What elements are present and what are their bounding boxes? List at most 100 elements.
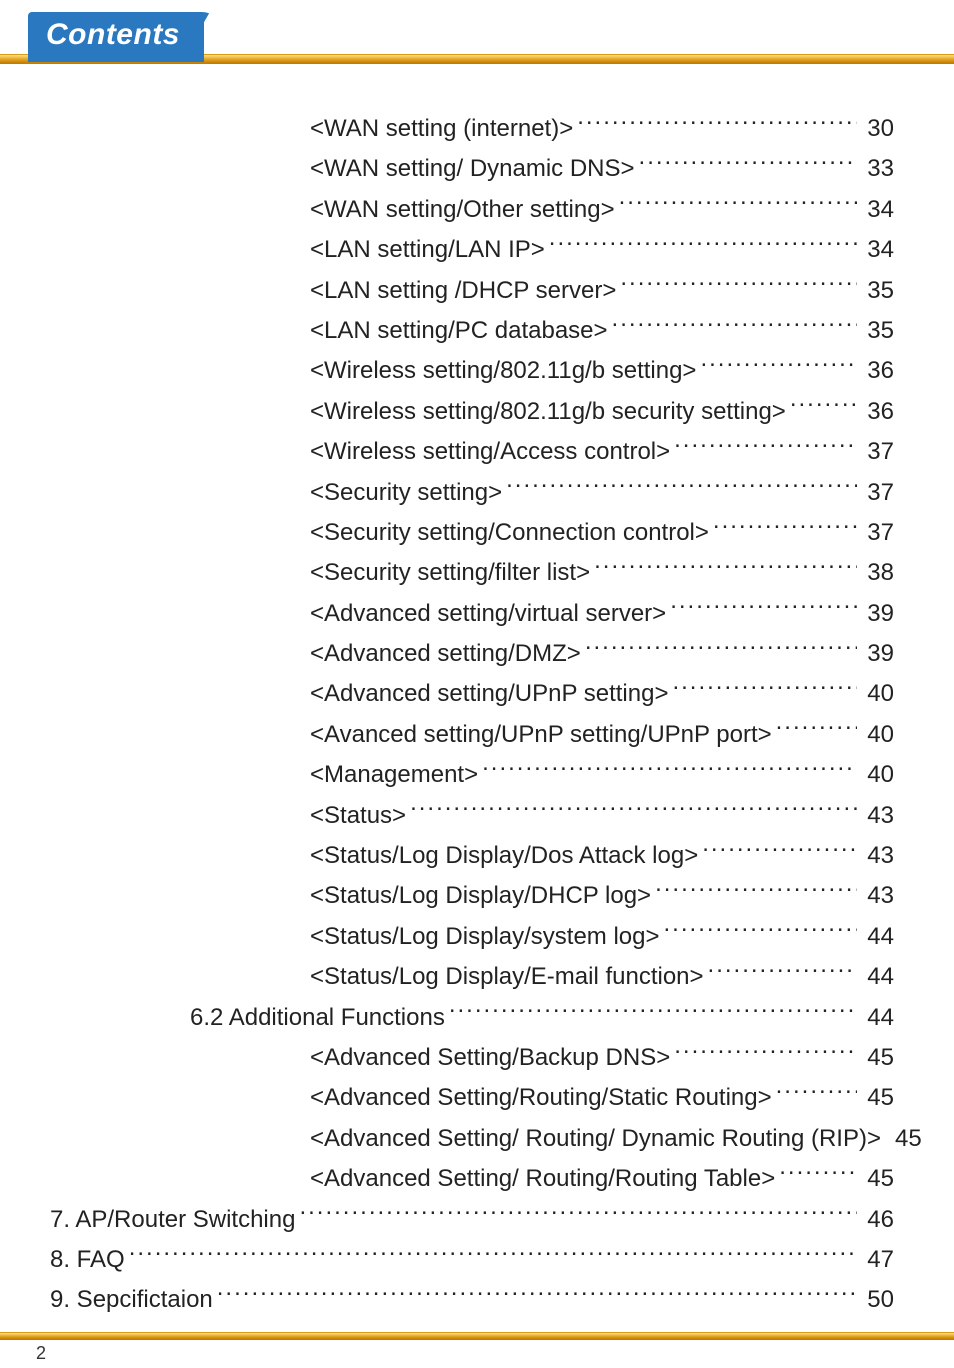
toc-row: <LAN setting /DHCP server>35 (50, 272, 894, 310)
toc-row: <Wireless setting/802.11g/b security set… (50, 393, 894, 431)
toc-leaders (700, 354, 857, 378)
toc-leaders (664, 920, 858, 944)
toc-entry-page: 33 (861, 150, 894, 188)
toc-row: <Security setting> 37 (50, 474, 894, 512)
toc-entry-page: 30 (861, 110, 894, 148)
page: Contents <WAN setting (internet)>30<WAN … (0, 0, 954, 1368)
toc-entry-title: <WAN setting (internet)> (310, 110, 573, 148)
toc-entry-page: 37 (861, 474, 894, 512)
toc-entry-page: 46 (861, 1201, 894, 1239)
toc-entry-page: 45 (861, 1039, 894, 1077)
toc-entry-title: <Security setting> (310, 474, 502, 512)
toc-entry-title: 7. AP/Router Switching (50, 1201, 295, 1239)
toc-row: <Status/Log Display/DHCP log> 43 (50, 877, 894, 915)
toc-entry-title: <Status/Log Display/system log> (310, 918, 660, 956)
toc-entry-title: <Advanced setting/DMZ> (310, 635, 581, 673)
toc-leaders (619, 193, 858, 217)
toc-entry-page: 43 (861, 837, 894, 875)
toc-entry-title: 9. Sepcifictaion (50, 1281, 213, 1319)
toc-leaders (612, 314, 858, 338)
toc-entry-title: <LAN setting/PC database> (310, 312, 608, 350)
toc-row: <Advanced Setting/Routing/Static Routing… (50, 1079, 894, 1117)
toc-leaders (672, 677, 857, 701)
toc-entry-page: 44 (861, 918, 894, 956)
toc-entry-page: 36 (861, 393, 894, 431)
toc-entry-page: 50 (861, 1281, 894, 1319)
toc-row: <LAN setting/PC database> 35 (50, 312, 894, 350)
header-bar: Contents (0, 0, 954, 70)
toc-leaders (639, 152, 858, 176)
toc-row: <Advanced Setting/Backup DNS> 45 (50, 1039, 894, 1077)
toc-row: <Status/Log Display/E-mail function>44 (50, 958, 894, 996)
toc-entry-page: 43 (861, 797, 894, 835)
toc-row: 6.2 Additional Functions 44 (50, 999, 894, 1037)
toc-entry-title: <Security setting/Connection control> (310, 514, 709, 552)
toc-entry-page: 37 (861, 514, 894, 552)
toc-entry-title: <Status/Log Display/Dos Attack log> (310, 837, 698, 875)
toc-entry-page: 47 (861, 1241, 894, 1279)
toc-entry-page: 43 (861, 877, 894, 915)
toc-entry-title: <Wireless setting/802.11g/b setting> (310, 352, 696, 390)
toc-row: <Wireless setting/Access control>37 (50, 433, 894, 471)
footer-stripe (0, 1332, 954, 1340)
toc-row: <Status/Log Display/Dos Attack log> 43 (50, 837, 894, 875)
toc-leaders (776, 718, 858, 742)
contents-tab-label: Contents (46, 18, 180, 51)
toc-row: <WAN setting/ Dynamic DNS>33 (50, 150, 894, 188)
toc-entry-page: 45 (861, 1160, 894, 1198)
toc-leaders (410, 799, 857, 823)
toc-row: <Avanced setting/UPnP setting/UPnP port>… (50, 716, 894, 754)
toc-leaders (506, 476, 857, 500)
toc-entry-title: <LAN setting/LAN IP> (310, 231, 545, 269)
toc-entry-title: <Advanced Setting/Backup DNS> (310, 1039, 670, 1077)
toc-row: <LAN setting/LAN IP> 34 (50, 231, 894, 269)
toc-row: <Advanced Setting/ Routing/Routing Table… (50, 1160, 894, 1198)
toc-leaders (655, 879, 857, 903)
toc-row: <Status/Log Display/system log> 44 (50, 918, 894, 956)
toc-row: <Advanced setting/UPnP setting>40 (50, 675, 894, 713)
toc-entry-title: 8. FAQ (50, 1241, 125, 1279)
toc-leaders (713, 516, 857, 540)
toc-entry-page: 36 (861, 352, 894, 390)
toc-entry-page: 44 (861, 958, 894, 996)
toc-entry-title: <Wireless setting/802.11g/b security set… (310, 393, 786, 431)
toc-row: <Wireless setting/802.11g/b setting> 36 (50, 352, 894, 390)
toc-entry-page: 38 (861, 554, 894, 592)
toc-entry-title: <Advanced Setting/ Routing/ Dynamic Rout… (310, 1120, 881, 1158)
toc-row: <Advanced setting/virtual server>39 (50, 595, 894, 633)
toc-leaders (482, 758, 857, 782)
toc-row: <Advanced setting/DMZ> 39 (50, 635, 894, 673)
toc-row: <Status> 43 (50, 797, 894, 835)
toc-entry-title: <Management> (310, 756, 478, 794)
toc-leaders (708, 960, 858, 984)
toc-row: <WAN setting/Other setting>34 (50, 191, 894, 229)
toc-row: 8. FAQ 47 (50, 1241, 894, 1279)
toc-leaders (594, 556, 857, 580)
toc-entry-page: 34 (861, 231, 894, 269)
toc-leaders (779, 1162, 857, 1186)
toc-entry-page: 40 (861, 675, 894, 713)
contents-tab: Contents (28, 12, 204, 62)
toc-leaders (549, 233, 858, 257)
toc-leaders (674, 435, 857, 459)
toc-leaders (776, 1081, 858, 1105)
toc-row: 7. AP/Router Switching 46 (50, 1201, 894, 1239)
toc-entry-title: <Advanced setting/virtual server> (310, 595, 666, 633)
toc-entry-page: 37 (861, 433, 894, 471)
toc-row: <WAN setting (internet)> 30 (50, 110, 894, 148)
toc-entry-page: 40 (861, 716, 894, 754)
toc-entry-page: 39 (861, 635, 894, 673)
toc-leaders (670, 597, 857, 621)
toc-row: <Advanced Setting/ Routing/ Dynamic Rout… (50, 1120, 894, 1158)
toc-entry-title: <Status> (310, 797, 406, 835)
table-of-contents: <WAN setting (internet)> 30<WAN setting/ … (50, 110, 894, 1322)
toc-entry-page: 44 (861, 999, 894, 1037)
toc-entry-title: <Status/Log Display/DHCP log> (310, 877, 651, 915)
toc-entry-title: <WAN setting/Other setting> (310, 191, 615, 229)
toc-row: <Security setting/filter list>38 (50, 554, 894, 592)
toc-entry-title: 6.2 Additional Functions (190, 999, 445, 1037)
toc-leaders (674, 1041, 857, 1065)
toc-entry-page: 35 (861, 312, 894, 350)
toc-entry-page: 40 (861, 756, 894, 794)
toc-entry-title: <LAN setting /DHCP server> (310, 272, 616, 310)
